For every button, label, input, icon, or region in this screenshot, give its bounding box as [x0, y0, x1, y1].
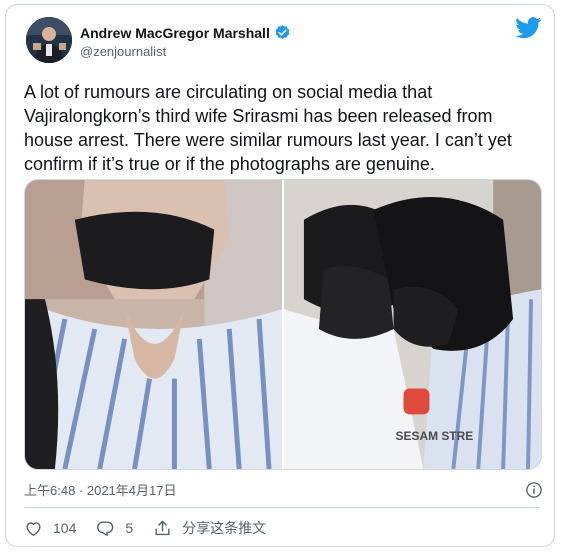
timestamp-row: 上午6:48 · 2021年4月17日 — [24, 480, 544, 499]
share-icon — [155, 520, 170, 535]
reply-bubble-icon — [97, 520, 114, 536]
tweet-timestamp[interactable]: 上午6:48 · 2021年4月17日 — [24, 480, 176, 499]
tweet-text-line: confirm if it’s true or if the photograp… — [24, 154, 435, 174]
author-handle[interactable]: @zenjournalist — [80, 44, 166, 59]
tweet-media: SESAM STRE — [24, 179, 542, 470]
tweet-photo-left[interactable] — [25, 180, 282, 469]
tweet-card: Andrew MacGregor Marshall @zenjournalist… — [5, 4, 555, 547]
like-count: 104 — [53, 520, 77, 536]
tweet-actions: 104 5 分享这条推文 — [24, 518, 286, 538]
tweet-text-line: house arrest. There were similar rumours… — [24, 130, 512, 150]
reply-button[interactable]: 5 — [96, 519, 133, 538]
photo-shirt-text: SESAM STRE — [396, 429, 474, 443]
heart-icon — [26, 521, 41, 536]
verified-badge-icon — [275, 25, 290, 39]
author-display-name[interactable]: Andrew MacGregor Marshall — [80, 25, 270, 41]
tweet-text-line: A lot of rumours are circulating on soci… — [24, 82, 433, 102]
tweet-text-line: Vajiralongkorn’s third wife Srirasmi has… — [24, 106, 493, 126]
reply-count: 5 — [125, 520, 134, 536]
like-button[interactable]: 104 — [24, 519, 76, 538]
share-button[interactable]: 分享这条推文 — [153, 518, 266, 538]
share-label: 分享这条推文 — [182, 520, 267, 536]
tweet-photo-right[interactable]: SESAM STRE — [284, 180, 541, 469]
divider — [24, 507, 540, 508]
twitter-bird-icon[interactable] — [515, 17, 542, 39]
tweet-text: A lot of rumours are circulating on soci… — [24, 80, 544, 176]
avatar[interactable] — [26, 17, 72, 63]
info-icon[interactable] — [525, 481, 543, 499]
author-name-row[interactable]: Andrew MacGregor Marshall — [80, 24, 291, 41]
